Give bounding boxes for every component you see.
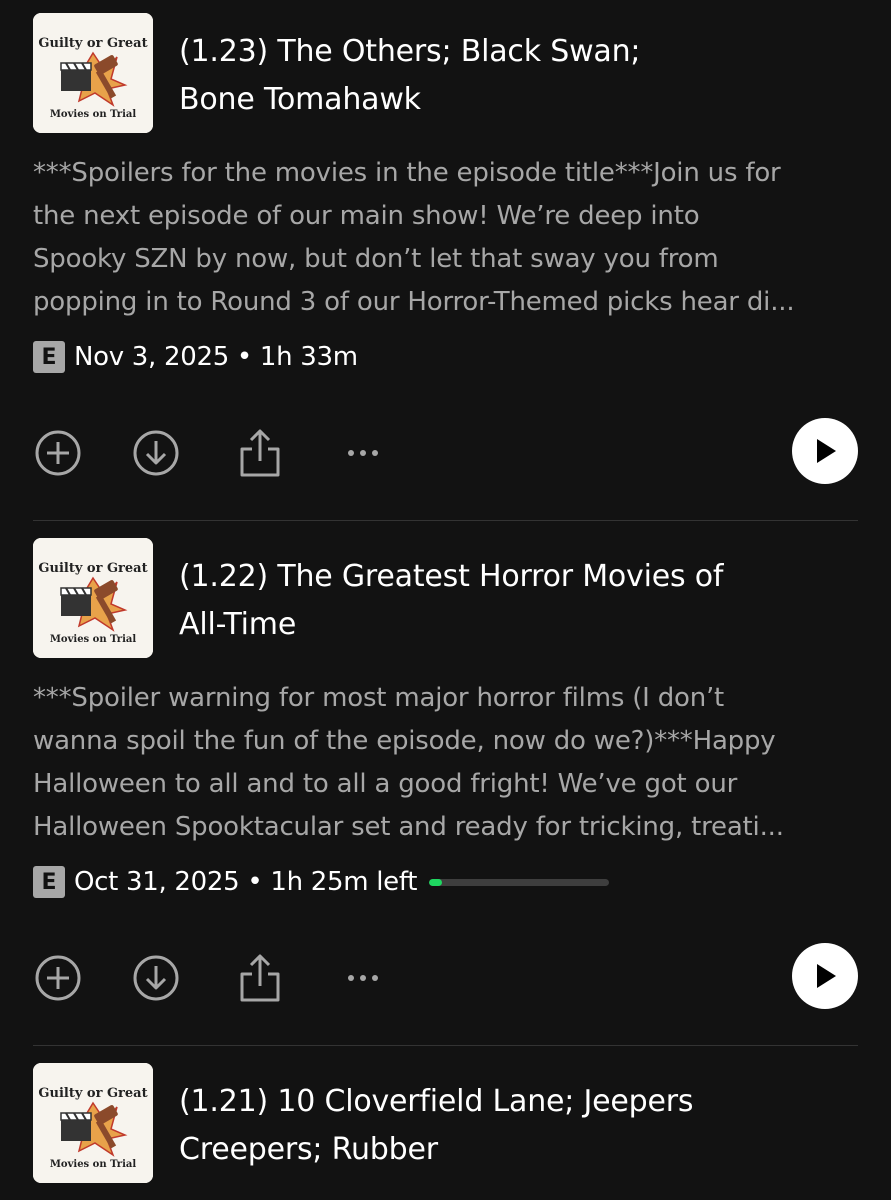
share-button[interactable] bbox=[235, 953, 285, 1003]
episode-title[interactable]: (1.21) 10 Cloverfield Lane; Jeepers Cree… bbox=[179, 1078, 819, 1174]
episode-title-line: (1.22) The Greatest Horror Movies of bbox=[179, 559, 724, 594]
more-options-button[interactable] bbox=[338, 953, 388, 1003]
cover-bottom-text: Movies on Trial bbox=[50, 634, 137, 645]
cover-bottom-text: Movies on Trial bbox=[50, 1159, 137, 1170]
episode-title[interactable]: (1.22) The Greatest Horror Movies of All… bbox=[179, 553, 819, 649]
download-button[interactable] bbox=[131, 953, 181, 1003]
cover-art-illustration: Guilty or Great Movies on Trial bbox=[33, 538, 153, 658]
cover-art-illustration: Guilty or Great Movies on Trial bbox=[33, 1063, 153, 1183]
add-to-library-button[interactable] bbox=[33, 953, 83, 1003]
cover-top-text: Guilty or Great bbox=[38, 561, 147, 576]
download-circle-icon bbox=[133, 955, 179, 1001]
podcast-cover-art[interactable]: Guilty or Great Movies on Trial bbox=[33, 13, 153, 133]
description-line: wanna spoil the fun of the episode, now … bbox=[33, 726, 776, 756]
more-options-button[interactable] bbox=[338, 428, 388, 478]
more-horizontal-icon bbox=[348, 975, 378, 981]
description-line: ***Spoiler warning for most major horror… bbox=[33, 683, 725, 713]
cover-top-text: Guilty or Great bbox=[38, 1086, 147, 1101]
episode-date-duration: Nov 3, 2025 • 1h 33m bbox=[74, 342, 358, 372]
episode-actions bbox=[0, 418, 891, 486]
divider bbox=[33, 1045, 858, 1046]
share-button[interactable] bbox=[235, 428, 285, 478]
episode-date-time-left: Oct 31, 2025 • 1h 25m left bbox=[74, 867, 418, 897]
description-line: the next episode of our main show! We’re… bbox=[33, 201, 700, 231]
playback-progress-fill bbox=[429, 878, 442, 886]
cover-top-text: Guilty or Great bbox=[38, 36, 147, 51]
description-line: popping in to Round 3 of our Horror-Them… bbox=[33, 287, 795, 317]
episode-title-line: Creepers; Rubber bbox=[179, 1132, 438, 1167]
play-icon bbox=[817, 964, 836, 988]
episode-title[interactable]: (1.23) The Others; Black Swan; Bone Toma… bbox=[179, 28, 819, 124]
episode-meta: E Oct 31, 2025 • 1h 25m left bbox=[33, 865, 610, 899]
episode-title-line: (1.23) The Others; Black Swan; bbox=[179, 34, 641, 69]
episode-title-line: All-Time bbox=[179, 607, 297, 642]
explicit-badge: E bbox=[33, 866, 65, 898]
play-button[interactable] bbox=[792, 943, 858, 1009]
description-line: Spooky SZN by now, but don’t let that sw… bbox=[33, 244, 719, 274]
download-button[interactable] bbox=[131, 428, 181, 478]
episode-meta: E Nov 3, 2025 • 1h 33m bbox=[33, 340, 358, 374]
cover-bottom-text: Movies on Trial bbox=[50, 109, 137, 120]
plus-circle-icon bbox=[35, 430, 81, 476]
divider bbox=[33, 520, 858, 521]
episode-actions bbox=[0, 943, 891, 1011]
episode-title-line: (1.21) 10 Cloverfield Lane; Jeepers bbox=[179, 1084, 694, 1119]
play-icon bbox=[817, 439, 836, 463]
episode-title-line: Bone Tomahawk bbox=[179, 82, 421, 117]
play-button[interactable] bbox=[792, 418, 858, 484]
playback-progress-bar bbox=[429, 878, 610, 886]
episode-description[interactable]: ***Spoiler warning for most major horror… bbox=[33, 677, 863, 849]
description-line: Halloween Spooktacular set and ready for… bbox=[33, 812, 784, 842]
share-icon bbox=[240, 954, 280, 1002]
plus-circle-icon bbox=[35, 955, 81, 1001]
cover-art-illustration: Guilty or Great Movies on Trial bbox=[33, 13, 153, 133]
description-line: ***Spoilers for the movies in the episod… bbox=[33, 158, 781, 188]
more-horizontal-icon bbox=[348, 450, 378, 456]
download-circle-icon bbox=[133, 430, 179, 476]
explicit-badge: E bbox=[33, 341, 65, 373]
podcast-cover-art[interactable]: Guilty or Great Movies on Trial bbox=[33, 1063, 153, 1183]
description-line: Halloween to all and to all a good frigh… bbox=[33, 769, 738, 799]
episode-description[interactable]: ***Spoilers for the movies in the episod… bbox=[33, 152, 863, 324]
add-to-library-button[interactable] bbox=[33, 428, 83, 478]
share-icon bbox=[240, 429, 280, 477]
podcast-cover-art[interactable]: Guilty or Great Movies on Trial bbox=[33, 538, 153, 658]
